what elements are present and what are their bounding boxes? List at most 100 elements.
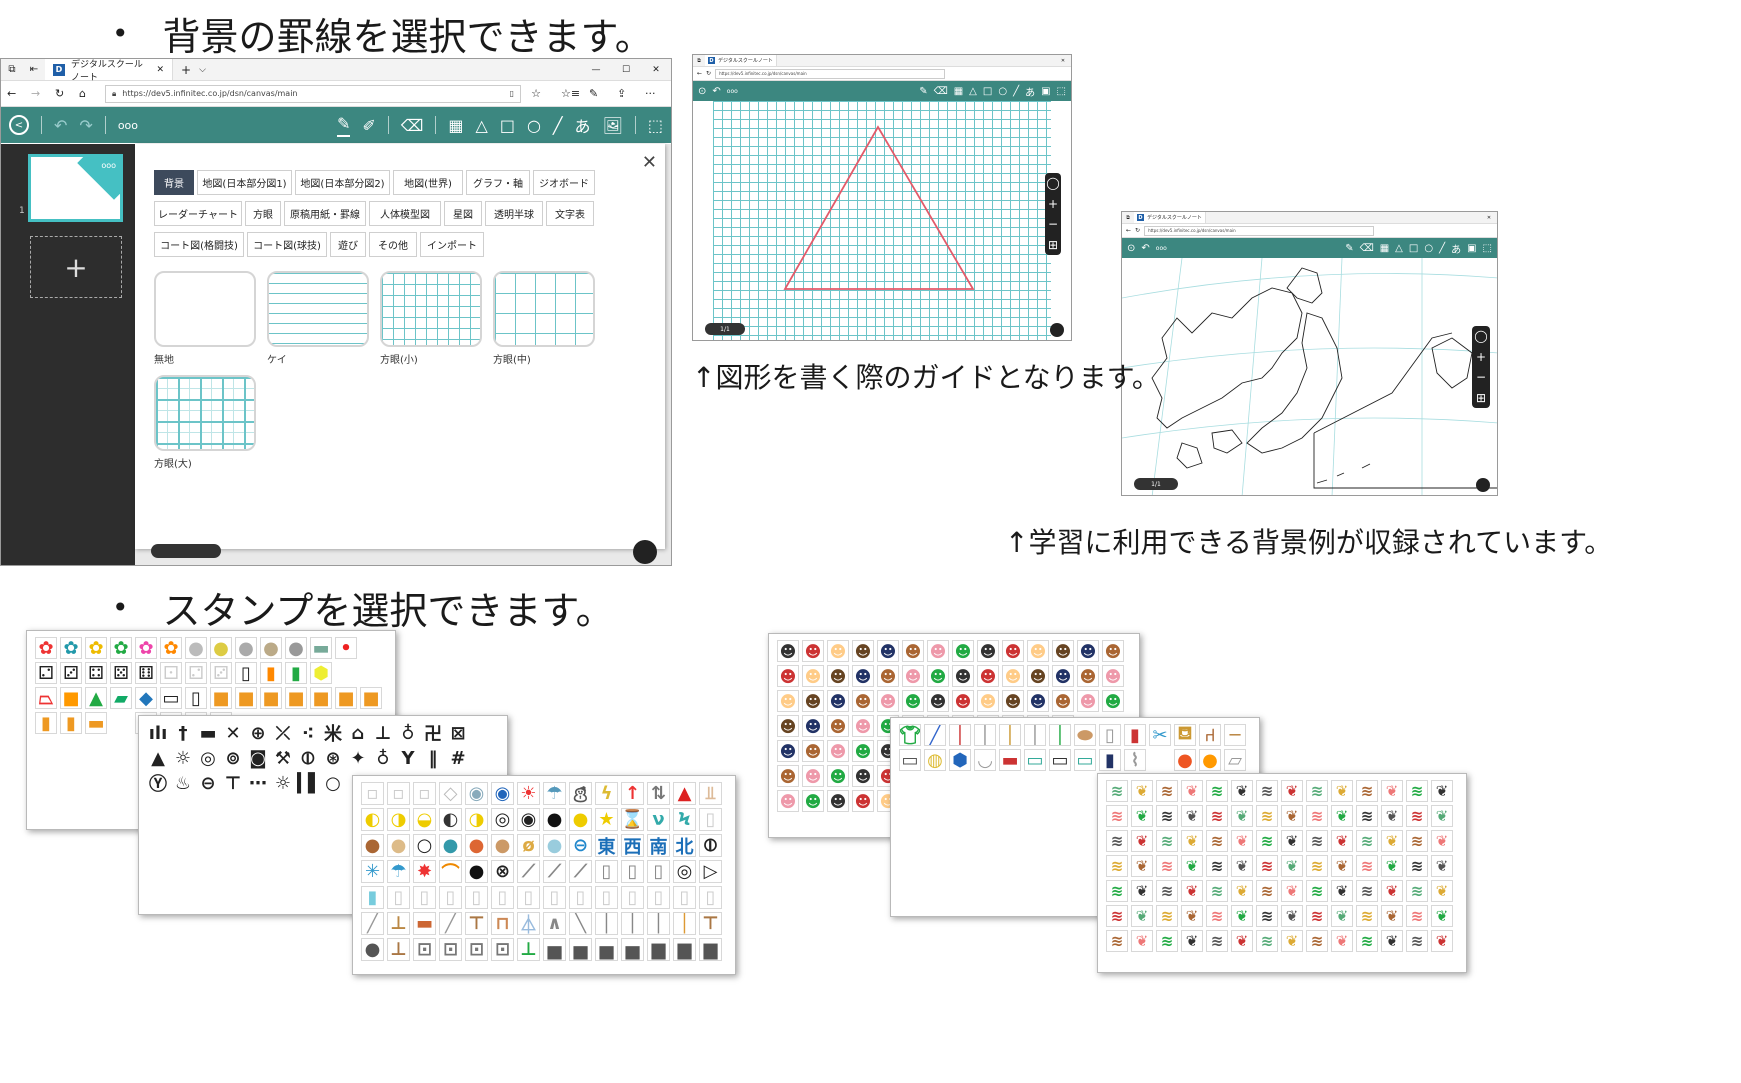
stamp-person[interactable]: ☻ [802,790,824,812]
stamp-animal[interactable]: ≋ [1106,855,1128,877]
more-options-icon[interactable]: ooo [118,119,138,132]
triangle-shape[interactable] [693,101,1072,341]
stamp-hexagon[interactable]: ⬢ [310,662,332,684]
stamp-animal[interactable]: ❦ [1331,905,1353,927]
stamp-coin-100[interactable]: ● [285,637,307,659]
stamp-person[interactable]: ☻ [952,665,974,687]
stamp-animal[interactable]: ❦ [1181,930,1203,952]
map-rect-icon[interactable]: □ [1409,243,1418,254]
stamp-animal[interactable]: ≋ [1106,830,1128,852]
stamp-sci-23[interactable]: ⟋ [517,860,540,883]
small-select-icon[interactable]: ⬚ [1057,86,1066,97]
stamp-animal[interactable]: ❦ [1381,905,1403,927]
fit-icon[interactable]: ⊞ [1048,238,1058,252]
more-icon[interactable]: ··· [645,87,665,100]
stamp-animal[interactable]: ≋ [1206,880,1228,902]
tab-menu-icon[interactable]: ⌵ [199,65,206,75]
stamp-orange-rect[interactable]: ▮ [260,662,282,684]
stamp-animal[interactable]: ≋ [1256,780,1278,802]
stamp-tube-6[interactable]: ▯ [491,886,514,909]
stamp-obj-kettle[interactable]: ⛾ [1174,724,1196,746]
map-image-icon[interactable]: ▣ [1467,243,1476,254]
stamp-person[interactable]: ☻ [1027,665,1049,687]
stamp-weight-13[interactable]: ▆ [673,938,696,961]
reading-view-icon[interactable]: ▯ [510,89,514,98]
stamp-sym-13[interactable]: ⊠ [447,722,469,744]
stamp-person[interactable]: ☻ [877,665,899,687]
stamp-moon-2[interactable]: ◑ [387,808,410,831]
stamp-animal[interactable]: ≋ [1206,930,1228,952]
map-grid-icon[interactable]: ▦ [1380,243,1389,254]
stamp-person[interactable]: ☻ [902,640,924,662]
share-icon[interactable]: ⇪ [617,87,641,100]
map-refresh-icon[interactable]: ↻ [1135,227,1140,234]
stamp-dice-w1[interactable]: ⚀ [160,662,182,684]
stamp-tube-3[interactable]: ▯ [413,886,436,909]
stamp-tube-1[interactable]: ▮ [361,886,384,909]
stamp-rainbow[interactable]: ⌒ [439,860,462,883]
stamp-person[interactable]: ☻ [827,740,849,762]
stamp-obj-cup[interactable]: ◡ [974,749,996,771]
stamp-tube-11[interactable]: ▯ [621,886,644,909]
stamp-dir-west[interactable]: 西 [621,834,644,857]
stamp-animal[interactable]: ❦ [1431,880,1453,902]
stamp-animal[interactable]: ≋ [1356,830,1378,852]
map-lasso-icon[interactable]: ◯ [1474,329,1487,343]
stamp-person[interactable]: ☻ [977,690,999,712]
stamp-sym-30[interactable]: ⊤ [222,772,244,794]
stamp-person[interactable]: ☻ [1027,690,1049,712]
stamp-sci-17[interactable]: Ϟ [673,808,696,831]
stamp-person[interactable]: ☻ [777,765,799,787]
stamp-animal[interactable]: ≋ [1256,830,1278,852]
stamp-person[interactable]: ☻ [827,765,849,787]
stamp-cube-5[interactable]: ■ [310,687,332,709]
stamp-parallelogram[interactable]: ▰ [110,687,132,709]
stamp-animal[interactable]: ❦ [1381,880,1403,902]
stamp-animal[interactable]: ≋ [1156,805,1178,827]
category-tab-17[interactable]: インポート [420,232,484,257]
stamp-sym-24[interactable]: Y [397,747,419,769]
stamp-tube-2[interactable]: ▯ [387,886,410,909]
stamp-obj-file[interactable]: ▮ [1099,749,1121,771]
stamp-obj-scissors[interactable]: ✂ [1149,724,1171,746]
stamp-dice-w3[interactable]: ⚂ [210,662,232,684]
stamp-flower-orange[interactable]: ✿ [160,637,182,659]
stamp-planet-1[interactable]: ● [361,834,384,857]
window-close-button[interactable]: ✕ [641,65,671,75]
stamp-obj-book[interactable]: ▬ [999,749,1021,771]
stamp-animal[interactable]: ≋ [1156,830,1178,852]
maximize-button[interactable]: ☐ [611,65,641,75]
stamp-sym-31[interactable]: ⋯ [247,772,269,794]
stamp-person[interactable]: ☻ [852,715,874,737]
stamp-person[interactable]: ☻ [1052,665,1074,687]
stamp-animal[interactable]: ❦ [1431,780,1453,802]
stamp-person[interactable]: ☻ [777,665,799,687]
stamp-animal[interactable]: ≋ [1206,855,1228,877]
stamp-animal[interactable]: ❦ [1281,905,1303,927]
stamp-person[interactable]: ☻ [1052,690,1074,712]
stamp-sci-15[interactable]: ⌛ [621,808,644,831]
stamp-sci-18[interactable]: ▯ [699,808,722,831]
stamp-animal[interactable]: ≋ [1306,805,1328,827]
stamp-person[interactable]: ☻ [877,640,899,662]
stamp-flower-red[interactable]: ✿ [35,637,57,659]
stamp-sym-22[interactable]: ✦ [347,747,369,769]
stamp-obj-chair[interactable]: ⑁ [1199,724,1221,746]
map-undo-icon[interactable]: ↶ [1141,243,1149,254]
stamp-sci-4[interactable]: ◇ [439,782,462,805]
map-back-circle-icon[interactable]: ⊙ [1127,243,1135,254]
category-tab-0[interactable]: 背景 [154,170,194,195]
stamp-animal[interactable]: ❦ [1131,805,1153,827]
stamp-animal[interactable]: ❦ [1231,830,1253,852]
bg-option-plain[interactable]: 無地 [154,271,256,366]
stamp-star[interactable]: ★ [595,808,618,831]
stamp-lens[interactable]: ◎ [673,860,696,883]
browser-tab[interactable]: D デジタルスクールノート ✕ [45,59,173,83]
stamp-animal[interactable]: ❦ [1381,855,1403,877]
stamp-person[interactable]: ☻ [827,640,849,662]
stamp-moon-4[interactable]: ◐ [439,808,462,831]
stamp-animal[interactable]: ❦ [1431,805,1453,827]
stamp-tube-5[interactable]: ▯ [465,886,488,909]
stamp-lab-2[interactable]: ⊥ [387,912,410,935]
map-zoom-out-icon[interactable]: − [1476,370,1486,384]
